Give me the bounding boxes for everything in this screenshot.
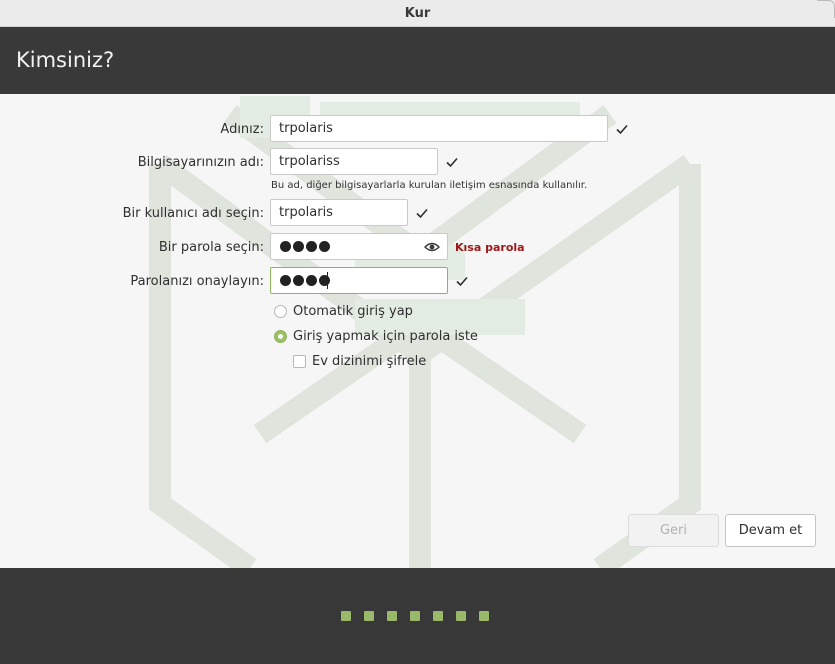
auto-login-radio[interactable] (274, 305, 287, 318)
name-valid-check-icon (616, 124, 628, 135)
require-password-radio-option[interactable]: Giriş yapmak için parola iste (274, 329, 478, 344)
progress-step (364, 611, 374, 621)
computer-name-input[interactable]: trpolariss (270, 148, 438, 175)
username-valid-check-icon (416, 208, 428, 219)
confirm-password-input[interactable] (270, 267, 448, 294)
progress-step (456, 611, 466, 621)
computer-name-valid-check-icon (446, 157, 458, 168)
progress-steps (341, 611, 489, 621)
progress-step (410, 611, 420, 621)
password-label: Bir parola seçin: (158, 240, 264, 255)
page-header: Kimsiniz? (0, 27, 835, 94)
progress-step (433, 611, 443, 621)
progress-step (341, 611, 351, 621)
page-title: Kimsiniz? (16, 48, 115, 72)
computer-name-hint: Bu ad, diğer bilgisayarlarla kurulan ile… (271, 180, 588, 191)
password-strength-warning: Kısa parola (455, 241, 525, 254)
window-titlebar: Kur (0, 0, 835, 27)
show-password-eye-icon[interactable] (424, 240, 440, 254)
installer-footer (0, 568, 835, 664)
name-input[interactable]: trpolaris (270, 115, 608, 142)
auto-login-radio-option[interactable]: Otomatik giriş yap (274, 304, 413, 319)
computer-name-label: Bilgisayarınızın adı: (137, 155, 264, 170)
encrypt-home-checkbox[interactable] (293, 355, 306, 368)
auto-login-label: Otomatik giriş yap (293, 304, 413, 319)
progress-step (479, 611, 489, 621)
username-input[interactable]: trpolaris (270, 199, 408, 226)
window-title: Kur (404, 6, 431, 21)
back-button[interactable]: Geri (628, 514, 719, 547)
encrypt-home-label: Ev dizinimi şifrele (312, 354, 427, 369)
form-area: Adınız: trpolaris Bilgisayarınızın adı: … (0, 94, 835, 568)
username-label: Bir kullanıcı adı seçin: (122, 206, 264, 221)
encrypt-home-checkbox-option[interactable]: Ev dizinimi şifrele (293, 354, 426, 369)
confirm-password-mask (280, 275, 330, 286)
text-caret (327, 272, 328, 289)
require-password-radio[interactable] (274, 330, 287, 343)
window-corner (817, 0, 835, 18)
name-label: Adınız: (220, 122, 264, 137)
progress-step (387, 611, 397, 621)
require-password-label: Giriş yapmak için parola iste (293, 329, 478, 344)
confirm-password-label: Parolanızı onaylayın: (130, 274, 264, 289)
password-mask (280, 241, 330, 252)
password-input[interactable] (270, 233, 448, 260)
continue-button[interactable]: Devam et (725, 514, 816, 547)
confirm-password-valid-check-icon (456, 276, 468, 287)
